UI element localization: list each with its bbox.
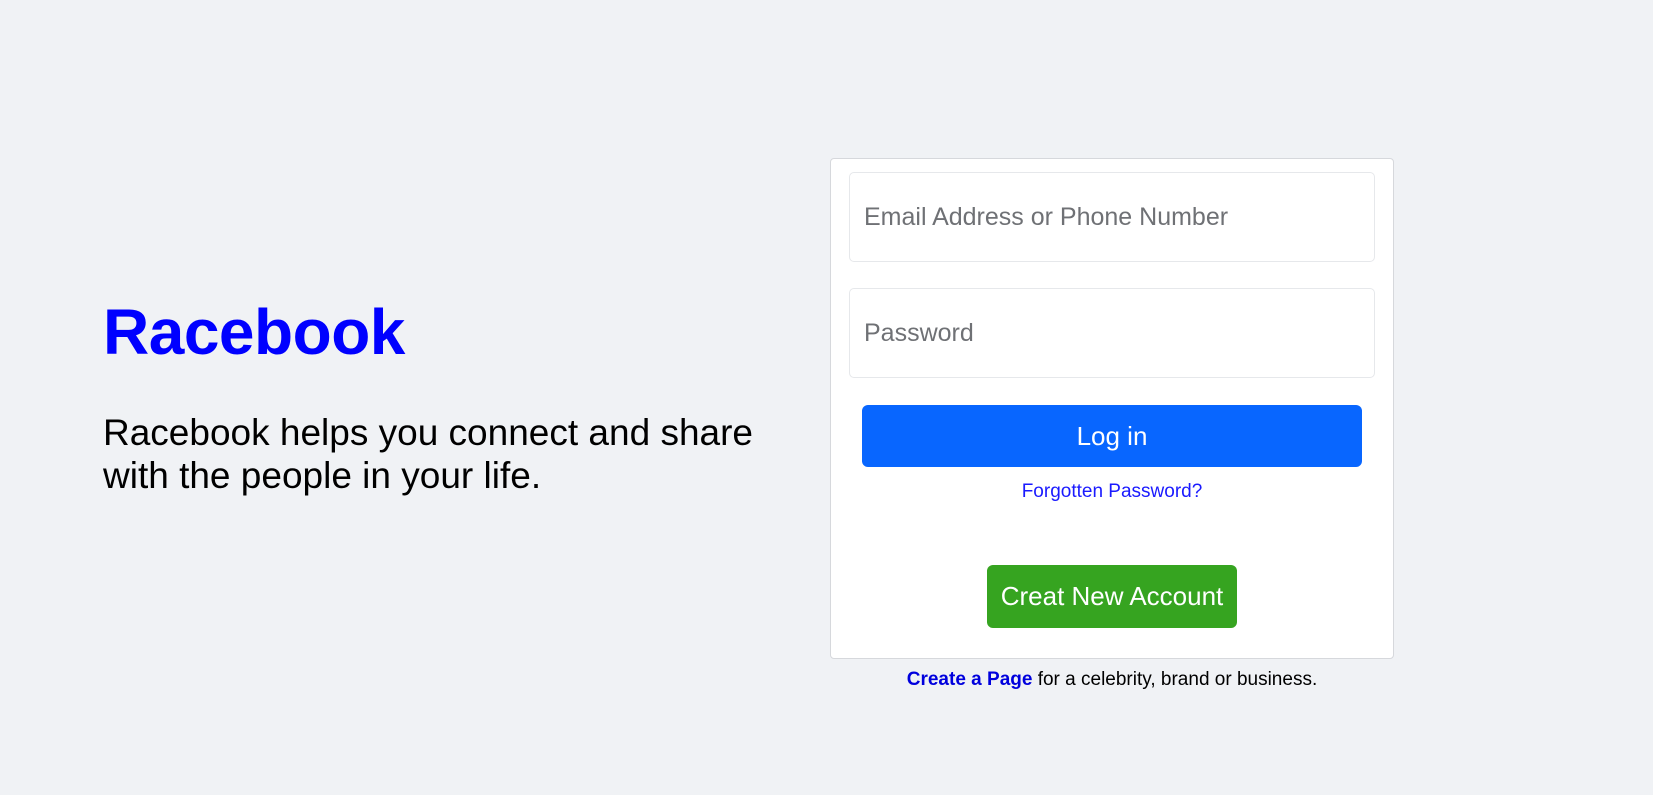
email-field[interactable] — [849, 172, 1375, 262]
login-button[interactable]: Log in — [862, 405, 1362, 467]
create-account-button[interactable]: Creat New Account — [987, 565, 1237, 628]
brand-section: Racebook Racebook helps you connect and … — [103, 294, 803, 497]
create-page-description: for a celebrity, brand or business. — [1032, 669, 1318, 690]
brand-tagline: Racebook helps you connect and share wit… — [103, 412, 753, 496]
create-page-link[interactable]: Create a Page — [907, 669, 1033, 690]
brand-logo: Racebook — [103, 296, 405, 368]
password-field[interactable] — [849, 288, 1375, 378]
login-card: Log in Forgotten Password? Creat New Acc… — [830, 158, 1394, 659]
forgot-password-link[interactable]: Forgotten Password? — [831, 481, 1393, 503]
create-page-note: Create a Page for a celebrity, brand or … — [830, 669, 1394, 691]
